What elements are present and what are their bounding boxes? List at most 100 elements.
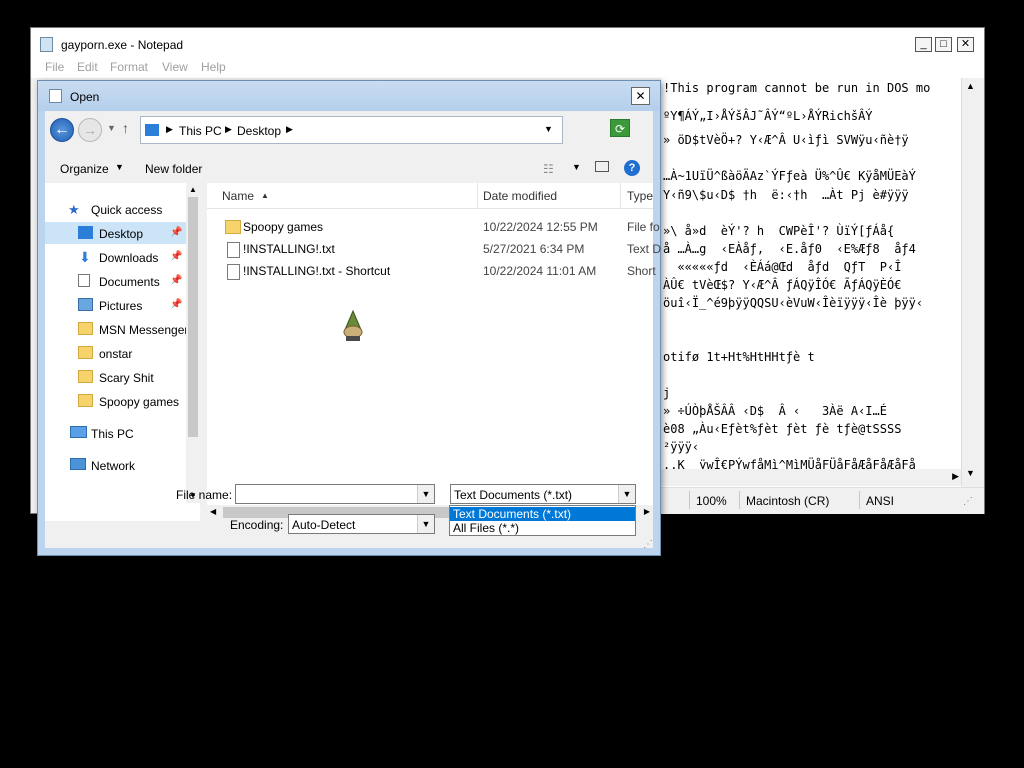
nav-item-msn-messenger[interactable]: MSN Messenger xyxy=(45,318,188,340)
nav-item-documents[interactable]: Documents 📌 xyxy=(45,270,185,292)
notepad-title: gayporn.exe - Notepad xyxy=(61,38,184,52)
dialog-close-button[interactable]: ✕ xyxy=(631,87,650,105)
menu-edit[interactable]: Edit xyxy=(77,60,98,74)
chevron-right-icon[interactable]: ▶ xyxy=(286,124,293,135)
new-folder-button[interactable]: New folder xyxy=(145,162,202,176)
file-type-select[interactable]: Text Documents (*.txt) ▼ xyxy=(450,484,636,504)
maximize-button[interactable]: □ xyxy=(935,37,952,52)
status-zoom: 100% xyxy=(696,494,727,508)
pictures-icon xyxy=(78,298,93,311)
file-row-spoopy-games[interactable]: Spoopy games 10/22/2024 12:55 PM File fo xyxy=(207,216,660,238)
text-line: j xyxy=(663,386,671,400)
pin-icon[interactable]: 📌 xyxy=(170,275,182,286)
notepad-icon xyxy=(40,37,53,52)
chevron-right-icon[interactable]: ▶ xyxy=(225,124,232,135)
file-type-dropdown-list: Text Documents (*.txt) All Files (*.*) xyxy=(449,505,636,536)
scroll-up-icon[interactable]: ▲ xyxy=(189,185,197,194)
chevron-down-icon[interactable]: ▼ xyxy=(115,162,124,172)
back-button[interactable]: ← xyxy=(50,118,74,142)
view-dropdown-icon[interactable]: ▼ xyxy=(572,162,581,172)
help-button[interactable]: ? xyxy=(624,160,640,176)
forward-button[interactable]: → xyxy=(78,118,102,142)
up-arrow-icon[interactable]: ↑ xyxy=(122,120,129,136)
nav-item-this-pc[interactable]: This PC xyxy=(45,422,185,444)
resize-grip-icon[interactable]: ⋰ xyxy=(643,539,653,550)
notepad-menubar: File Edit Format View Help xyxy=(31,58,984,78)
file-name-field[interactable]: ▼ xyxy=(235,484,435,504)
gnome-sprite-icon xyxy=(343,310,363,341)
chevron-down-icon[interactable]: ▼ xyxy=(417,515,434,533)
scroll-down-icon[interactable]: ▼ xyxy=(966,468,975,478)
nav-item-label: Downloads xyxy=(99,251,159,265)
nav-item-desktop[interactable]: Desktop 📌 xyxy=(45,222,186,244)
close-button[interactable]: ✕ xyxy=(957,37,974,52)
menu-view[interactable]: View xyxy=(162,60,188,74)
nav-item-network[interactable]: Network xyxy=(45,454,185,476)
folder-icon xyxy=(78,346,93,359)
menu-file[interactable]: File xyxy=(45,60,64,74)
address-bar[interactable]: ▶ This PC ▶ Desktop ▶ ▼ xyxy=(140,116,563,144)
file-date: 10/22/2024 11:01 AM xyxy=(483,264,597,278)
column-type[interactable]: Type xyxy=(627,189,653,203)
file-row-installing-txt[interactable]: !INSTALLING!.txt 5/27/2021 6:34 PM Text … xyxy=(207,238,661,260)
scroll-right-icon[interactable]: ▶ xyxy=(952,471,959,482)
nav-item-spoopy-games[interactable]: Spoopy games xyxy=(45,390,185,412)
text-line: » öD$tVèÖ+? Y‹Æ^Â U‹ìƒì SVWÿu‹ñè†ÿ xyxy=(663,133,909,147)
minimize-button[interactable]: _ xyxy=(915,37,932,52)
status-encoding: ANSI xyxy=(866,494,895,508)
pin-icon[interactable]: 📌 xyxy=(170,299,182,310)
menu-format[interactable]: Format xyxy=(110,60,148,74)
scrollbar-thumb[interactable] xyxy=(188,197,198,437)
notepad-horizontal-scrollbar[interactable]: ▶ xyxy=(661,469,961,486)
breadcrumb-desktop[interactable]: Desktop xyxy=(237,124,281,138)
chevron-down-icon[interactable]: ▼ xyxy=(417,485,434,503)
folder-icon xyxy=(78,370,93,383)
chevron-right-icon[interactable]: ▶ xyxy=(166,124,173,135)
nav-item-label: onstar xyxy=(99,347,133,361)
nav-item-label: Spoopy games xyxy=(99,395,180,409)
nav-item-scary-shit[interactable]: Scary Shit xyxy=(45,366,185,388)
column-name[interactable]: Name xyxy=(222,189,254,203)
nav-item-onstar[interactable]: onstar xyxy=(45,342,185,364)
chevron-down-icon[interactable]: ▼ xyxy=(618,485,635,503)
file-type: File fo xyxy=(627,220,660,234)
nav-item-label: Quick access xyxy=(91,203,163,217)
file-name: !INSTALLING!.txt - Shortcut xyxy=(243,264,391,278)
scroll-right-icon[interactable]: ▶ xyxy=(644,507,650,516)
view-options-icon[interactable]: ☷ xyxy=(543,162,554,176)
text-line: ²ÿÿÿ‹ xyxy=(663,440,700,454)
scroll-up-icon[interactable]: ▲ xyxy=(966,81,975,91)
resize-grip-icon[interactable]: ⋰ xyxy=(963,496,973,507)
preview-pane-icon[interactable] xyxy=(595,161,609,172)
scroll-left-icon[interactable]: ◀ xyxy=(210,507,216,516)
dialog-icon xyxy=(49,89,62,103)
pin-icon[interactable]: 📌 xyxy=(170,251,182,262)
notepad-vertical-scrollbar[interactable]: ▲ ▼ xyxy=(961,78,980,486)
folder-icon xyxy=(225,220,241,234)
dialog-titlebar[interactable]: Open ✕ xyxy=(38,81,660,111)
nav-item-label: Desktop xyxy=(99,227,144,241)
file-type-value: Text Documents (*.txt) xyxy=(454,488,573,502)
shortcut-icon xyxy=(227,264,240,280)
breadcrumb-this-pc[interactable]: This PC xyxy=(179,124,222,138)
file-row-installing-shortcut[interactable]: !INSTALLING!.txt - Shortcut 10/22/2024 1… xyxy=(207,260,656,282)
notepad-titlebar[interactable]: gayporn.exe - Notepad _ □ ✕ xyxy=(31,28,984,58)
nav-item-downloads[interactable]: ⬇ Downloads 📌 xyxy=(45,246,185,268)
status-line-ending: Macintosh (CR) xyxy=(746,494,830,508)
pin-icon[interactable]: 📌 xyxy=(170,227,182,238)
organize-button[interactable]: Organize xyxy=(60,162,109,176)
address-dropdown-icon[interactable]: ▼ xyxy=(544,124,553,134)
notepad-text-area[interactable]: !This program cannot be run in DOS mo ºY… xyxy=(661,78,961,487)
nav-item-pictures[interactable]: Pictures 📌 xyxy=(45,294,185,316)
refresh-button[interactable]: ⟳ xyxy=(610,119,630,137)
encoding-select[interactable]: Auto-Detect ▼ xyxy=(288,514,435,534)
encoding-label: Encoding: xyxy=(230,518,284,532)
file-type-option[interactable]: All Files (*.*) xyxy=(450,521,635,535)
menu-help[interactable]: Help xyxy=(201,60,226,74)
nav-item-quick-access[interactable]: ★ Quick access xyxy=(45,198,185,220)
column-date-modified[interactable]: Date modified xyxy=(483,189,557,203)
navigation-pane-scrollbar[interactable]: ▲ ▼ xyxy=(186,183,200,503)
text-line: » ÷ÚÒþÅŠÂÂ ‹D$ Â ‹ 3Àë A‹I…É xyxy=(663,404,887,418)
file-type-option[interactable]: Text Documents (*.txt) xyxy=(450,507,635,521)
recent-locations-icon[interactable]: ▼ xyxy=(107,123,116,133)
